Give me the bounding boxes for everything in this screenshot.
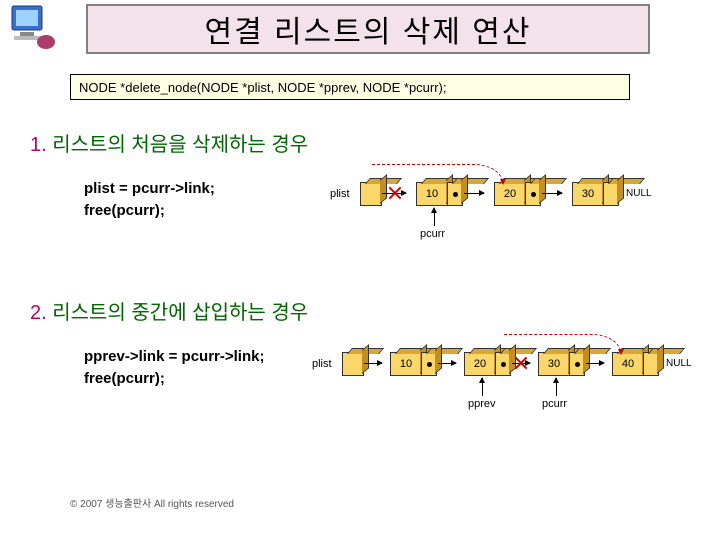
- d2-node-3: 40: [612, 352, 644, 376]
- d1-plist-label: plist: [330, 188, 350, 200]
- up-arrow-icon: [434, 208, 435, 226]
- function-signature-box: NODE *delete_node(NODE *plist, NODE *ppr…: [70, 74, 630, 100]
- x-mark-icon: [388, 186, 402, 200]
- arrow-icon: [438, 363, 456, 364]
- title-text: 연결 리스트의 삭제 연산: [204, 7, 531, 51]
- section-1-heading: 1. 리스트의 처음을 삭제하는 경우: [30, 128, 308, 157]
- d1-null: NULL: [626, 188, 652, 199]
- code-1-line-2: free(pcurr);: [84, 200, 215, 222]
- arrow-icon: [586, 363, 604, 364]
- arrow-icon: [542, 193, 562, 194]
- x-mark-icon: [514, 356, 528, 370]
- d2-pprev-label: pprev: [468, 398, 496, 410]
- arrow-icon: [364, 363, 382, 364]
- section-1-text: 리스트의 처음을 삭제하는 경우: [52, 134, 308, 156]
- code-1-line-1: plist = pcurr->link;: [84, 178, 215, 200]
- computer-icon: [6, 4, 58, 57]
- code-2-line-1: pprev->link = pcurr->link;: [84, 346, 264, 368]
- d2-node-2: 30: [538, 352, 570, 376]
- d1-node-2: 30: [572, 182, 604, 206]
- diagram-1: plist 10 20 30 NULL pcurr: [330, 170, 670, 250]
- d1-pcurr-label: pcurr: [420, 228, 445, 240]
- code-block-2: pprev->link = pcurr->link; free(pcurr);: [84, 346, 264, 390]
- copyright-footer: © 2007 생능출판사 All rights reserved: [70, 495, 234, 510]
- code-2-line-2: free(pcurr);: [84, 368, 264, 390]
- up-arrow-icon: [482, 378, 483, 396]
- d2-null: NULL: [666, 358, 692, 369]
- section-2-text: 리스트의 중간에 삽입하는 경우: [52, 302, 308, 324]
- d2-pcurr-label: pcurr: [542, 398, 567, 410]
- d2-plist-label: plist: [312, 358, 332, 370]
- section-2-heading: 2. 리스트의 중간에 삽입하는 경우: [30, 296, 308, 325]
- d2-node-0: 10: [390, 352, 422, 376]
- section-1-number: 1.: [30, 134, 47, 156]
- diagram-2: plist 10 20 30 40 NULL pprev pcu: [312, 340, 692, 420]
- section-2-number: 2.: [30, 302, 47, 324]
- slide-title: 연결 리스트의 삭제 연산: [86, 4, 650, 54]
- dashed-arrow-icon: [372, 164, 503, 183]
- d2-node-1: 20: [464, 352, 496, 376]
- dashed-arrow-icon: [504, 334, 621, 353]
- d1-node-1: 20: [494, 182, 526, 206]
- d1-node-0: 10: [416, 182, 448, 206]
- arrow-icon: [464, 193, 484, 194]
- code-block-1: plist = pcurr->link; free(pcurr);: [84, 178, 215, 222]
- up-arrow-icon: [556, 378, 557, 396]
- function-signature: NODE *delete_node(NODE *plist, NODE *ppr…: [79, 80, 447, 95]
